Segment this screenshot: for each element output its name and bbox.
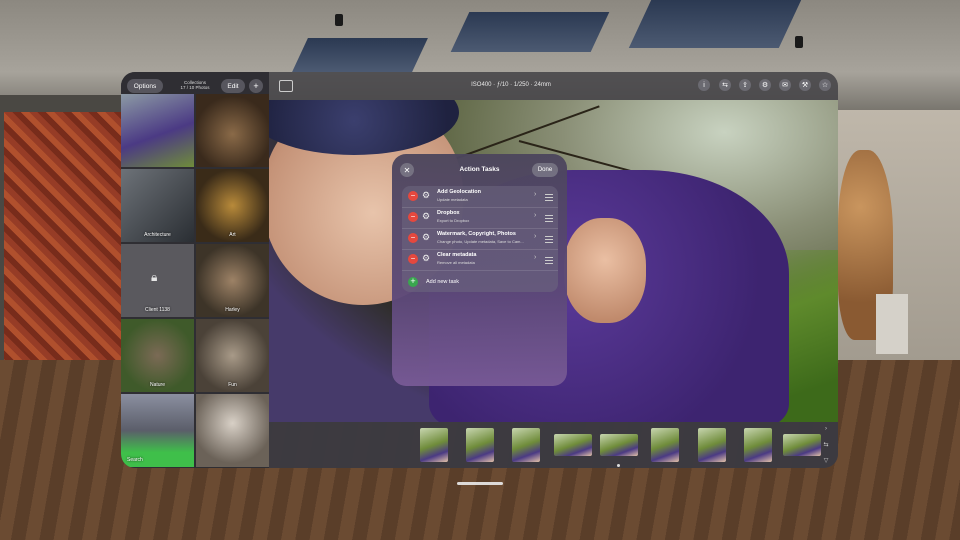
filmstrip-thumbnail[interactable] — [512, 428, 540, 462]
task-row[interactable]: − ⚙ Clear metadata Remove all metadata › — [402, 249, 558, 271]
skylight — [292, 38, 428, 72]
remove-task-icon[interactable]: − — [408, 233, 418, 243]
adjust-icon[interactable]: ⇆ — [719, 79, 731, 91]
pedestal — [876, 294, 908, 354]
filmstrip-thumbnail[interactable] — [744, 428, 772, 462]
task-subtitle: Change photo, Update metadata, Save to C… — [437, 239, 524, 244]
spotlight — [335, 14, 343, 26]
chevron-right-icon[interactable]: › — [534, 254, 536, 261]
filmstrip-controls: › ⇆ ▽ — [816, 422, 836, 468]
task-name: Clear metadata — [437, 252, 477, 258]
gear-icon: ⚙ — [422, 253, 431, 263]
collection-tile-harley[interactable]: Harley — [196, 244, 269, 317]
collection-tile-nature[interactable]: Nature — [121, 319, 194, 392]
task-subtitle: Update metadata — [437, 197, 468, 202]
task-name: Watermark, Copyright, Photos — [437, 231, 516, 237]
gear-icon: ⚙ — [422, 232, 431, 242]
spotlight — [795, 36, 803, 48]
action-tasks-dialog: ✕ Action Tasks Done − ⚙ Add Geolocation … — [392, 154, 567, 386]
add-task-icon[interactable]: + — [408, 277, 418, 287]
filter-icon[interactable]: ▽ — [824, 457, 829, 464]
task-row[interactable]: − ⚙ Watermark, Copyright, Photos Change … — [402, 228, 558, 250]
tile-label: Fun — [228, 382, 237, 388]
tile-label: Search — [127, 457, 143, 463]
reorder-handle-icon[interactable] — [545, 215, 553, 222]
tile-label: Client 1138 — [145, 307, 170, 313]
chevron-right-icon[interactable]: › — [534, 233, 536, 240]
add-collection-button[interactable]: + — [249, 79, 263, 93]
chevron-right-icon[interactable]: › — [534, 191, 536, 198]
collection-tile[interactable] — [121, 94, 194, 167]
star-icon[interactable]: ☆ — [819, 79, 831, 91]
filmstrip-thumbnail[interactable] — [554, 434, 592, 456]
collection-tile-architecture[interactable]: Architecture — [121, 169, 194, 242]
remove-task-icon[interactable]: − — [408, 212, 418, 222]
collection-tile[interactable] — [196, 94, 269, 167]
options-button[interactable]: Options — [127, 79, 163, 93]
mail-icon[interactable]: ✉ — [779, 79, 791, 91]
filmstrip — [269, 422, 838, 468]
skylight — [450, 12, 610, 52]
collection-title: Collections 17 / 10 Photos — [177, 80, 213, 90]
exif-info: ISO400 · ƒ/10 · 1/250 · 24mm — [471, 82, 551, 88]
adjust-icon[interactable]: ⇆ — [823, 441, 828, 448]
wall-painting — [4, 112, 122, 367]
chevron-right-icon[interactable]: › — [534, 212, 536, 219]
task-list: − ⚙ Add Geolocation Update metadata › − … — [402, 186, 558, 292]
sidebar-toggle-icon[interactable] — [279, 80, 293, 92]
info-icon[interactable]: i — [698, 79, 710, 91]
page-indicator-dot — [617, 464, 620, 467]
task-subtitle: Export to Dropbox — [437, 218, 470, 223]
chevron-right-icon[interactable]: › — [825, 426, 827, 432]
filmstrip-thumbnail[interactable] — [651, 428, 679, 462]
window-grabber-bar[interactable] — [457, 482, 503, 485]
edit-button[interactable]: Edit — [221, 79, 245, 93]
filmstrip-thumbnail[interactable] — [466, 428, 494, 462]
filmstrip-thumbnail[interactable] — [698, 428, 726, 462]
task-row[interactable]: − ⚙ Add Geolocation Update metadata › — [402, 186, 558, 208]
reorder-handle-icon[interactable] — [545, 257, 553, 264]
settings-icon[interactable]: ⚙ — [759, 79, 771, 91]
remove-task-icon[interactable]: − — [408, 191, 418, 201]
filmstrip-thumbnail[interactable] — [420, 428, 448, 462]
skylight — [628, 0, 802, 48]
task-row[interactable]: − ⚙ Dropbox Export to Dropbox › — [402, 207, 558, 229]
gear-icon: ⚙ — [422, 211, 431, 221]
filmstrip-thumbnail[interactable] — [600, 434, 638, 456]
done-button[interactable]: Done — [532, 163, 558, 177]
gear-icon: ⚙ — [422, 190, 431, 200]
task-subtitle: Remove all metadata — [437, 260, 475, 265]
collection-tile-art[interactable]: Art — [196, 169, 269, 242]
collections-sidebar: Options Collections 17 / 10 Photos Edit … — [121, 72, 269, 468]
collection-tile-search[interactable]: Search — [121, 394, 194, 467]
collection-tile-client-1138[interactable]: 🔒︎ Client 1138 — [121, 244, 194, 317]
add-task-row[interactable]: + Add new task — [402, 272, 558, 292]
collection-tile-fun[interactable]: Fun — [196, 319, 269, 392]
lock-icon: 🔒︎ — [151, 270, 158, 284]
reorder-handle-icon[interactable] — [545, 194, 553, 201]
tile-label: Harley — [225, 307, 240, 313]
tile-label: Nature — [149, 382, 165, 388]
collection-subtitle: 17 / 10 Photos — [180, 85, 210, 90]
add-task-label: Add new task — [426, 279, 460, 285]
reorder-handle-icon[interactable] — [545, 236, 553, 243]
task-name: Add Geolocation — [437, 189, 481, 195]
baby-hand — [564, 218, 646, 323]
tile-label: Art — [229, 232, 236, 238]
remove-task-icon[interactable]: − — [408, 254, 418, 264]
share-photo-icon[interactable]: ⇪ — [739, 79, 751, 91]
task-name: Dropbox — [437, 210, 460, 216]
collection-tile[interactable] — [196, 394, 269, 467]
wrench-icon[interactable]: ⚒ — [799, 79, 811, 91]
tile-label: Architecture — [144, 232, 171, 238]
